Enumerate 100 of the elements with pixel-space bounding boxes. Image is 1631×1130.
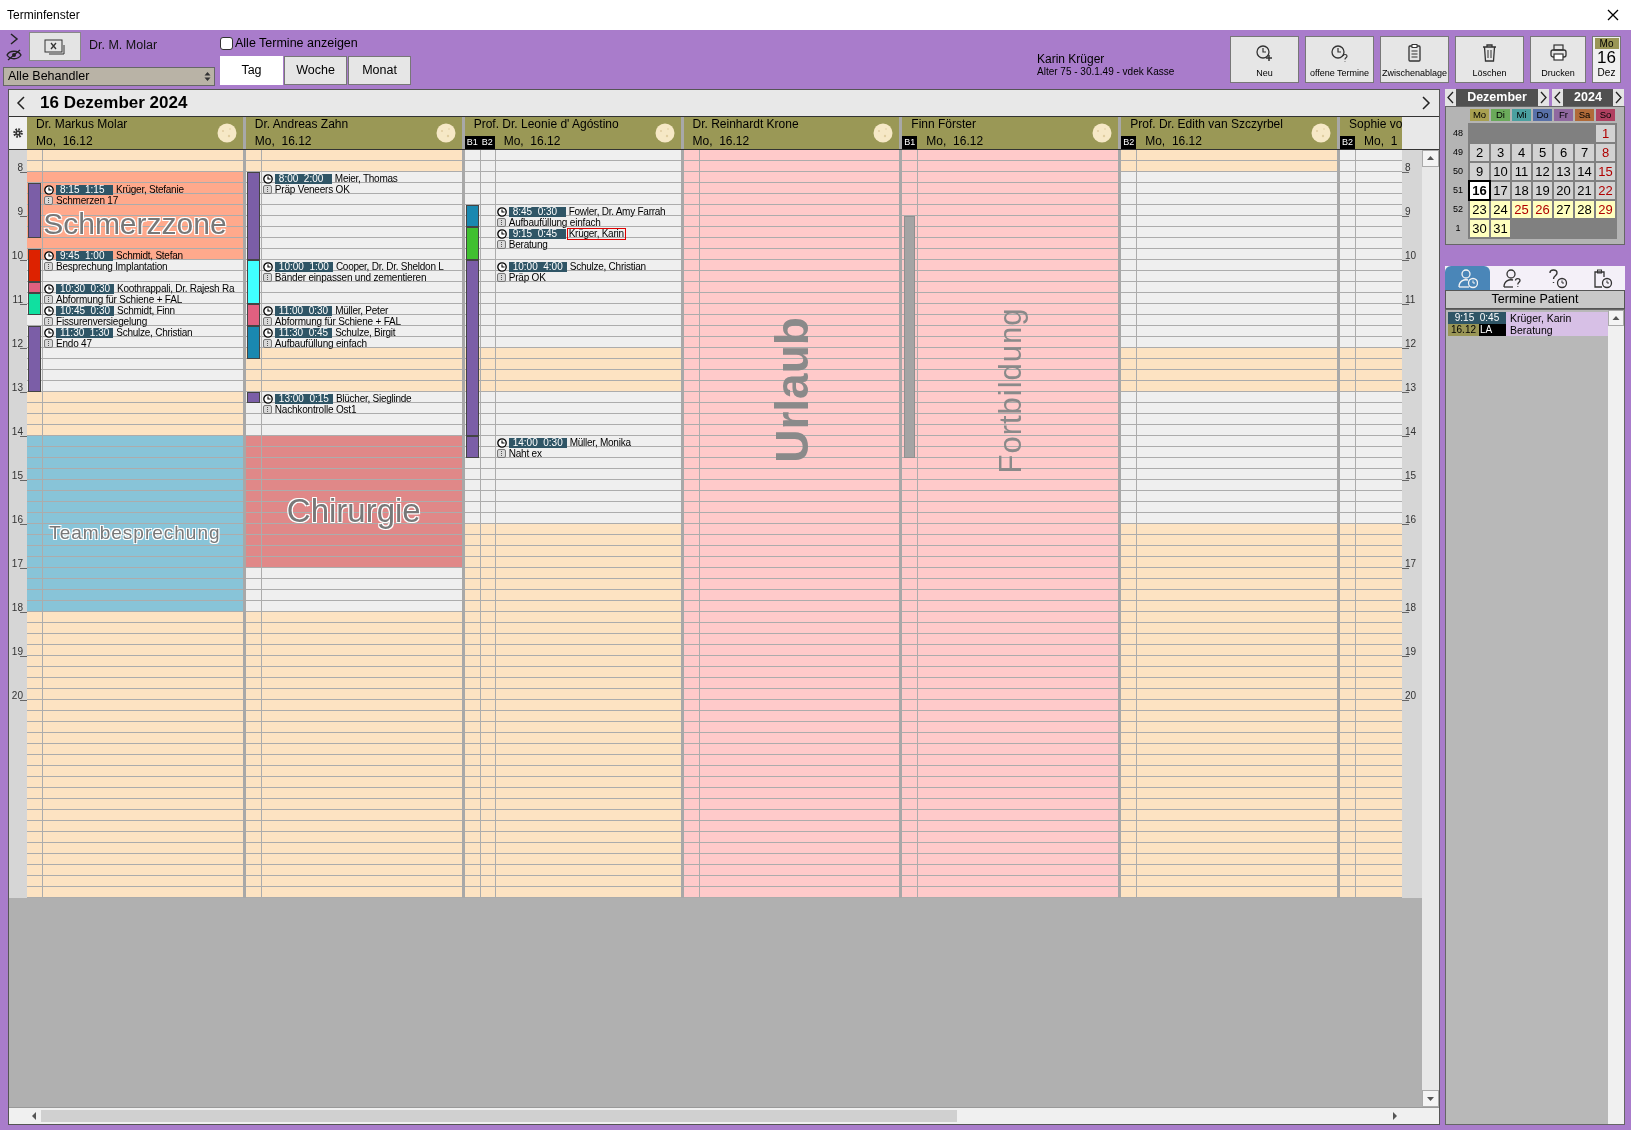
- calendar-day[interactable]: 22: [1596, 182, 1615, 199]
- patient-name[interactable]: Meier, Thomas: [333, 173, 399, 184]
- block-label: Chirurgie: [286, 493, 421, 527]
- calendar-day[interactable]: 19: [1533, 182, 1552, 199]
- column-header[interactable]: Sophie vo B2 Mo, 1: [1340, 117, 1402, 149]
- scrollbar-thumb[interactable]: [41, 1110, 957, 1122]
- month-selector[interactable]: Dezember: [1456, 89, 1538, 106]
- calendar-day[interactable]: 10: [1491, 163, 1510, 180]
- calendar-day[interactable]: 18: [1512, 182, 1531, 199]
- calendar-day[interactable]: 14: [1575, 163, 1594, 180]
- patient-name[interactable]: Cooper, Dr. Dr. Sheldon L: [334, 261, 445, 272]
- date-tile[interactable]: Mo 16 Dez: [1592, 36, 1621, 83]
- view-tab[interactable]: Monat: [348, 56, 411, 85]
- patient-name[interactable]: Fowler, Dr. Amy Farrah: [567, 206, 667, 217]
- toolbar-button[interactable]: Neu: [1230, 36, 1299, 83]
- calendar-day[interactable]: 11: [1512, 163, 1531, 180]
- calendar-day[interactable]: 6: [1554, 144, 1573, 161]
- next-icon[interactable]: [1613, 89, 1624, 106]
- calendar-day[interactable]: 3: [1491, 144, 1510, 161]
- calendar-day[interactable]: 9: [1470, 163, 1489, 180]
- weekday-label: Fr: [1554, 109, 1573, 121]
- vertical-scrollbar[interactable]: [1422, 150, 1439, 1107]
- calendar-day[interactable]: 25: [1512, 201, 1531, 218]
- calendar-day[interactable]: 23: [1470, 201, 1489, 218]
- close-icon[interactable]: [1607, 9, 1619, 21]
- calendar-day[interactable]: 15: [1596, 163, 1615, 180]
- column-header[interactable]: Prof. Dr. Leonie d' Agóstino B1 B2 Mo, 16.12: [464, 117, 684, 149]
- patient-name[interactable]: Blücher, Sieglinde: [334, 393, 413, 404]
- calendar-day[interactable]: 5: [1533, 144, 1552, 161]
- calendar-day[interactable]: 17: [1491, 182, 1510, 199]
- column-header[interactable]: Dr. Markus Molar Mo, 16.12: [27, 117, 246, 149]
- calendar-day[interactable]: 30: [1470, 220, 1489, 237]
- practitioner-dropdown[interactable]: Alle Behandler: [3, 67, 215, 86]
- calendar-day[interactable]: 27: [1554, 201, 1573, 218]
- appointment-bar[interactable]: [246, 392, 260, 403]
- next-day-icon[interactable]: [1421, 96, 1431, 110]
- column-header[interactable]: Dr. Reinhardt Krone Mo, 16.12: [683, 117, 903, 149]
- chair-badge: B2: [1340, 136, 1356, 149]
- chevron-right-icon[interactable]: [9, 33, 19, 45]
- calendar-day[interactable]: 29: [1596, 201, 1615, 218]
- toolbar-button[interactable]: Drucken: [1530, 36, 1586, 83]
- calendar-day[interactable]: 24: [1491, 201, 1510, 218]
- select-arrows-icon: [204, 71, 211, 82]
- column-header[interactable]: Finn Förster B1 Mo, 16.12: [902, 117, 1122, 149]
- calendar-day[interactable]: 28: [1575, 201, 1594, 218]
- calendar-day[interactable]: 21: [1575, 182, 1594, 199]
- scroll-up-icon[interactable]: [1422, 150, 1439, 167]
- patient-name[interactable]: Schmidt, Finn: [116, 305, 176, 316]
- patient-name[interactable]: Krüger, Stefanie: [115, 184, 185, 195]
- appointment-time: 8:45 0:30: [508, 206, 566, 217]
- view-tab[interactable]: Woche: [284, 56, 347, 85]
- calendar-day[interactable]: 8: [1596, 144, 1615, 161]
- patient-name[interactable]: Schmidt, Stefan: [115, 250, 184, 261]
- calendar-day[interactable]: 12: [1533, 163, 1552, 180]
- next-icon[interactable]: [1538, 89, 1549, 106]
- patient-name[interactable]: Müller, Peter: [334, 305, 390, 316]
- column-header[interactable]: Dr. Andreas Zahn Mo, 16.12: [245, 117, 465, 149]
- appointment-time: 10:45 0:30: [56, 305, 115, 316]
- close-selection-button[interactable]: [29, 32, 81, 61]
- trash-icon: [1480, 42, 1499, 62]
- calendar-day[interactable]: 31: [1491, 220, 1510, 237]
- scroll-up-icon[interactable]: [1608, 310, 1624, 326]
- checkbox[interactable]: [220, 37, 233, 50]
- vertical-scrollbar[interactable]: [1608, 310, 1624, 1124]
- horizontal-scrollbar[interactable]: [9, 1107, 1439, 1124]
- column-header[interactable]: Prof. Dr. Edith van Szczyrbel B2 Mo, 16.12: [1121, 117, 1341, 149]
- appointment-note: Abformung für Schiene + FAL: [274, 316, 401, 327]
- weekday-label: Mo: [1470, 109, 1489, 121]
- toolbar-button[interactable]: Zwischenablage: [1380, 36, 1449, 83]
- previous-icon[interactable]: [1552, 89, 1563, 106]
- calendar-day[interactable]: 1: [1596, 125, 1615, 142]
- patient-name[interactable]: Krüger, Karin: [567, 228, 625, 239]
- appointment-note: Nachkontrolle Ost1: [274, 404, 357, 415]
- year-selector[interactable]: 2024: [1563, 89, 1613, 106]
- settings-icon[interactable]: [12, 127, 24, 139]
- moon-icon: [435, 123, 456, 143]
- calendar-day[interactable]: 7: [1575, 144, 1594, 161]
- eye-off-icon[interactable]: [6, 49, 22, 61]
- appointment-time: 9:45 1:00: [56, 250, 113, 261]
- calendar-day[interactable]: 26: [1533, 201, 1552, 218]
- patient-name[interactable]: Müller, Monika: [568, 437, 632, 448]
- previous-day-icon[interactable]: [16, 96, 26, 110]
- clock-icon: [262, 261, 273, 272]
- toolbar-button[interactable]: Löschen: [1455, 36, 1524, 83]
- calendar-day[interactable]: 4: [1512, 144, 1531, 161]
- previous-icon[interactable]: [1445, 89, 1456, 106]
- appointment-note: Bänder einpassen und zementieren: [274, 272, 427, 283]
- patient-name[interactable]: Schulze, Christian: [568, 261, 647, 272]
- view-tab[interactable]: Tag: [220, 56, 283, 85]
- patient-appointment[interactable]: 9:15 0:45 16.12 LA Krüger, Karin Beratung: [1448, 312, 1608, 336]
- patient-name[interactable]: Koothrappali, Dr. Rajesh Ra: [116, 283, 236, 294]
- calendar-day[interactable]: 20: [1554, 182, 1573, 199]
- column-date: Mo, 16.12: [1145, 134, 1202, 149]
- calendar-day[interactable]: 13: [1554, 163, 1573, 180]
- patient-name[interactable]: Schulze, Birgit: [334, 327, 397, 338]
- patient-name[interactable]: Schulze, Christian: [115, 327, 194, 338]
- calendar-day[interactable]: 16: [1470, 182, 1489, 199]
- calendar-day[interactable]: 2: [1470, 144, 1489, 161]
- toolbar-button[interactable]: offene Termine: [1305, 36, 1374, 83]
- scroll-down-icon[interactable]: [1422, 1090, 1439, 1107]
